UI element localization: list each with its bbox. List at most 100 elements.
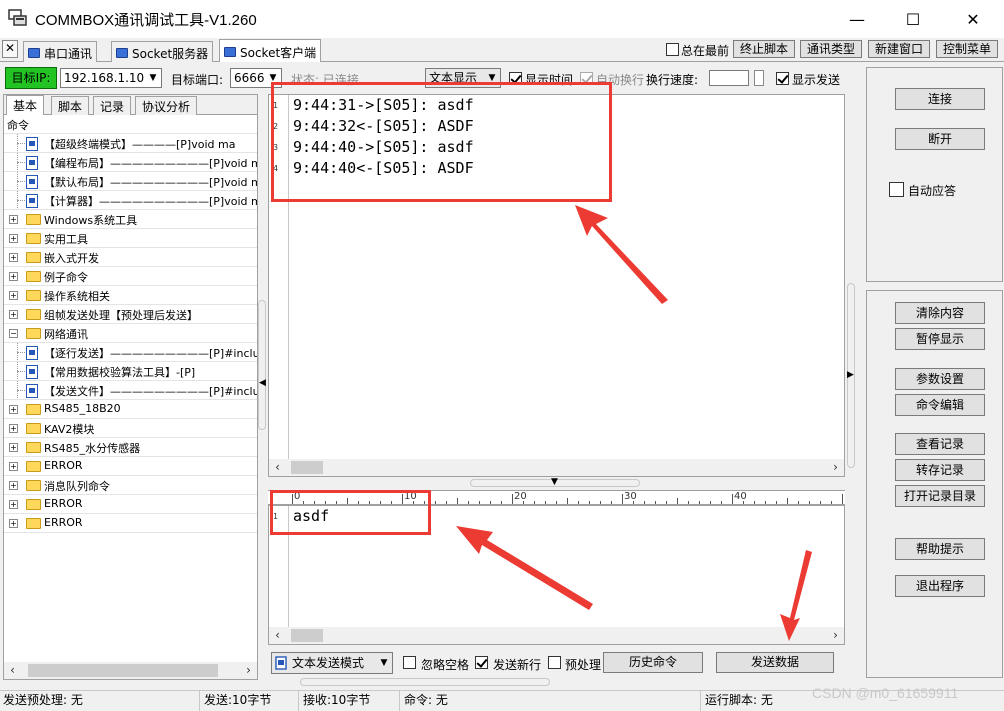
scroll-right-icon[interactable]: ›	[240, 662, 257, 679]
send-scroll-thumb[interactable]	[291, 629, 323, 642]
tree-item[interactable]: + 实用工具	[4, 229, 257, 248]
new-window-button[interactable]: 新建窗口	[868, 40, 930, 58]
ruler-tick	[457, 498, 458, 504]
tab-basic[interactable]: 基本	[6, 95, 45, 115]
save-log-button[interactable]: 转存记录	[895, 459, 985, 481]
connect-button[interactable]: 连接	[895, 88, 985, 110]
collapse-icon[interactable]: −	[9, 329, 18, 338]
show-send-checkbox[interactable]	[776, 72, 789, 85]
pause-button[interactable]: 暂停显示	[895, 328, 985, 350]
expand-icon[interactable]: +	[9, 481, 18, 490]
expand-icon[interactable]: +	[9, 405, 18, 414]
tree-item[interactable]: + ERROR	[4, 495, 257, 514]
maximize-button[interactable]: ☐	[890, 0, 936, 38]
tree-item[interactable]: + 消息队列命令	[4, 476, 257, 495]
scroll-left-icon[interactable]: ‹	[269, 627, 286, 644]
send-hscrollbar[interactable]: ‹ ›	[269, 627, 844, 644]
ruler-tick	[809, 501, 810, 504]
tree-item[interactable]: + 例子命令	[4, 267, 257, 286]
tab-socket-server[interactable]: Socket服务器	[111, 41, 214, 62]
close-tab-icon[interactable]: ✕	[2, 40, 18, 58]
tree-item-label: 例子命令	[44, 271, 88, 284]
tree-item[interactable]: 【常用数据校验算法工具】-[P]	[4, 362, 257, 381]
bottom-splitter[interactable]	[300, 678, 550, 686]
tree-item[interactable]: + RS485_水分传感器	[4, 438, 257, 457]
tree-item[interactable]: + ERROR	[4, 514, 257, 533]
expand-icon[interactable]: +	[9, 215, 18, 224]
ignore-space-checkbox[interactable]	[403, 656, 416, 669]
expand-icon[interactable]: +	[9, 291, 18, 300]
target-ip-combo[interactable]: 192.168.1.10 ▼	[60, 68, 162, 88]
tree-item[interactable]: 【编程布局】—————————[P]void ma	[4, 153, 257, 172]
exit-button[interactable]: 退出程序	[895, 575, 985, 597]
expand-icon[interactable]: +	[9, 253, 18, 262]
tree-item[interactable]: + ERROR	[4, 457, 257, 476]
tab-protocol-analysis[interactable]: 协议分析	[135, 96, 198, 115]
send-mode-combo[interactable]: 文本发送模式 ▼	[271, 652, 393, 674]
control-menu-button[interactable]: 控制菜单	[936, 40, 998, 58]
minimize-button[interactable]: —	[834, 0, 880, 38]
tree-item[interactable]: 【发送文件】—————————[P]#includ	[4, 381, 257, 400]
auto-reply-checkbox[interactable]	[889, 182, 904, 197]
tree-item[interactable]: + Windows系统工具	[4, 210, 257, 229]
receive-scroll-thumb[interactable]	[291, 461, 323, 474]
tab-serial[interactable]: 串口通讯	[23, 41, 98, 62]
send-data-button[interactable]: 发送数据	[716, 652, 834, 673]
params-button[interactable]: 参数设置	[895, 368, 985, 390]
expand-icon[interactable]: +	[9, 310, 18, 319]
scroll-left-icon[interactable]: ‹	[269, 459, 286, 476]
tree-item[interactable]: 【计算器】——————————[P]void ma	[4, 191, 257, 210]
tree-item[interactable]: 【超级终端模式】————[P]void ma	[4, 134, 257, 153]
close-button[interactable]: ✕	[950, 0, 996, 38]
folder-icon	[26, 214, 41, 225]
ruler-tick	[534, 501, 535, 504]
expand-icon[interactable]: +	[9, 424, 18, 433]
scroll-left-icon[interactable]: ‹	[4, 662, 21, 679]
tree-item[interactable]: + 操作系统相关	[4, 286, 257, 305]
tree-item[interactable]: + KAV2模块	[4, 419, 257, 438]
collapse-left-icon[interactable]: ◀	[259, 378, 266, 388]
always-on-top-checkbox[interactable]	[666, 43, 679, 56]
tree-item[interactable]: 【逐行发送】—————————[P]#includ	[4, 343, 257, 362]
scroll-right-icon[interactable]: ›	[827, 459, 844, 476]
expand-icon[interactable]: +	[9, 234, 18, 243]
collapse-down-icon[interactable]: ▼	[551, 477, 558, 487]
line-speed-spinner[interactable]	[754, 70, 764, 86]
tab-script[interactable]: 脚本	[51, 96, 90, 115]
line-speed-input[interactable]	[709, 70, 749, 86]
expand-icon[interactable]: +	[9, 462, 18, 471]
expand-icon[interactable]: +	[9, 500, 18, 509]
view-log-button[interactable]: 查看记录	[895, 433, 985, 455]
preprocess-checkbox[interactable]	[548, 656, 561, 669]
tree-item[interactable]: + 组帧发送处理【预处理后发送】	[4, 305, 257, 324]
stop-script-button[interactable]: 终止脚本	[733, 40, 795, 58]
comm-type-button[interactable]: 通讯类型	[800, 40, 862, 58]
clear-button[interactable]: 清除内容	[895, 302, 985, 324]
script-file-icon	[26, 194, 38, 208]
tree-scroll-thumb[interactable]	[28, 664, 218, 677]
receive-hscrollbar[interactable]: ‹ ›	[269, 459, 844, 476]
expand-icon[interactable]: +	[9, 272, 18, 281]
disconnect-button[interactable]: 断开	[895, 128, 985, 150]
always-on-top-label: 总在最前	[681, 44, 730, 58]
tree-item[interactable]: 命令	[4, 115, 257, 134]
cmd-edit-button[interactable]: 命令编辑	[895, 394, 985, 416]
ruler-tick	[776, 501, 777, 504]
tree-hscrollbar[interactable]: ‹ ›	[4, 662, 257, 679]
expand-icon[interactable]: +	[9, 519, 18, 528]
send-newline-checkbox[interactable]	[475, 656, 488, 669]
ruler-tick	[644, 501, 645, 504]
help-button[interactable]: 帮助提示	[895, 538, 985, 560]
tree-item[interactable]: 【默认布局】—————————[P]void ma	[4, 172, 257, 191]
scroll-right-icon[interactable]: ›	[827, 627, 844, 644]
left-splitter[interactable]	[258, 300, 266, 430]
open-log-dir-button[interactable]: 打开记录目录	[895, 485, 985, 507]
tab-record[interactable]: 记录	[93, 96, 132, 115]
collapse-right-icon[interactable]: ▶	[847, 370, 854, 380]
history-button[interactable]: 历史命令	[603, 652, 703, 673]
tab-socket-client[interactable]: Socket客户端	[219, 39, 322, 62]
expand-icon[interactable]: +	[9, 443, 18, 452]
tree-item[interactable]: + RS485_18B20	[4, 400, 257, 419]
tree-item[interactable]: + 嵌入式开发	[4, 248, 257, 267]
tree-item[interactable]: − 网络通讯	[4, 324, 257, 343]
